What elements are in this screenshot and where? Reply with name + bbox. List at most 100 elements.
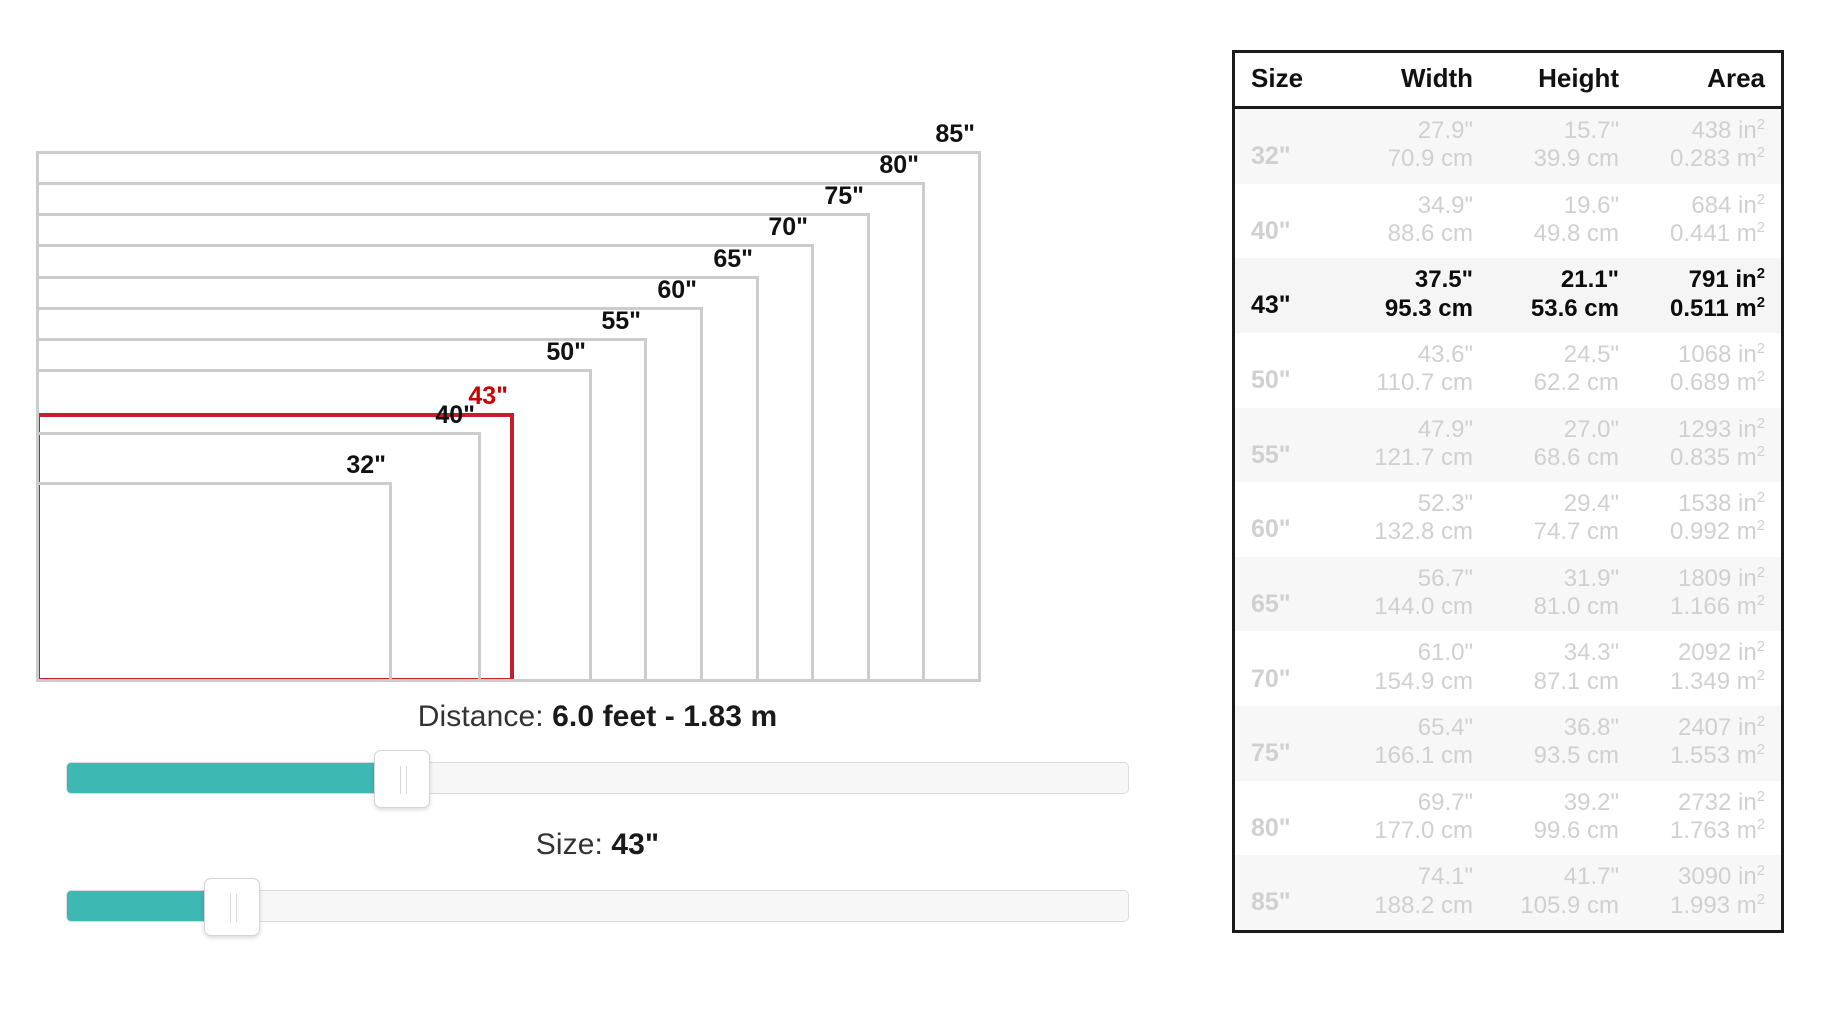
area-exponent: 2	[1756, 816, 1765, 833]
cell-height-inches: 31.9" 81.0 cm	[1489, 556, 1635, 632]
tv-label-70in: 70"	[768, 213, 808, 241]
cell-height-cm: 74.7 cm	[1533, 518, 1619, 546]
cell-height-inches: 21.1" 53.6 cm	[1489, 258, 1635, 333]
table-row[interactable]: 75" 65.4" 166.1 cm 36.8" 93.5 cm 2407 in2 1.55…	[1235, 706, 1781, 781]
cell-area-sqin: 2092 in2	[1677, 639, 1765, 667]
cell-height-cm: 49.8 cm	[1533, 219, 1619, 247]
tv-label-75in: 75"	[824, 182, 864, 210]
cell-width-inches: 37.5"	[1414, 266, 1473, 294]
cell-area-sqin: 1538 in2	[1677, 490, 1765, 518]
size-specs-table-wrapper: Size Width Height Area 32" 27.9" 70.9 cm 15…	[1232, 50, 1784, 933]
area-exponent: 2	[1756, 340, 1765, 357]
cell-width-cm: 121.7 cm	[1374, 443, 1473, 471]
cell-area-sqin: 1809 in2 1.166 m2	[1635, 556, 1781, 632]
distance-slider-block: Distance: 6.0 feet - 1.83 m	[0, 700, 1195, 808]
cell-width-inches: 61.0"	[1417, 639, 1473, 667]
tv-label-85in: 85"	[935, 120, 975, 148]
cell-width-cm: 70.9 cm	[1387, 145, 1473, 173]
table-row[interactable]: 80" 69.7" 177.0 cm 39.2" 99.6 cm 2732 in2 1.76…	[1235, 781, 1781, 856]
area-exponent: 2	[1756, 639, 1765, 656]
area-exponent: 2	[1756, 490, 1765, 507]
cell-height-inches: 34.3"	[1563, 639, 1619, 667]
cell-area-sqin: 1538 in2 0.992 m2	[1635, 482, 1781, 557]
cell-height-cm: 81.0 cm	[1533, 593, 1619, 621]
cell-height-inches: 34.3" 87.1 cm	[1489, 631, 1635, 706]
cell-area-sqm: 1.553 m2	[1670, 742, 1765, 770]
cell-area-sqin: 3090 in2 1.993 m2	[1635, 855, 1781, 930]
cell-height-inches: 29.4" 74.7 cm	[1489, 482, 1635, 557]
cell-area-sqm: 0.689 m2	[1670, 369, 1765, 397]
table-row[interactable]: 65" 56.7" 144.0 cm 31.9" 81.0 cm 1809 in2 1.16…	[1235, 556, 1781, 632]
distance-slider-fill	[67, 763, 396, 793]
cell-width-cm: 154.9 cm	[1374, 667, 1473, 695]
area-exponent: 2	[1756, 266, 1765, 283]
tv-label-32in: 32"	[346, 451, 386, 479]
cell-height-cm: 99.6 cm	[1533, 816, 1619, 844]
size-slider-fill	[67, 891, 227, 921]
cell-area-sqin: 1809 in2	[1677, 564, 1765, 592]
tv-label-60in: 60"	[657, 276, 697, 304]
cell-width-inches: 65.4" 166.1 cm	[1343, 706, 1489, 781]
cell-area-sqin: 1068 in2 0.689 m2	[1635, 333, 1781, 408]
area-exponent: 2	[1756, 369, 1765, 386]
distance-slider-thumb[interactable]	[373, 750, 430, 808]
cell-area-sqm: 0.441 m2	[1670, 219, 1765, 247]
size-slider-thumb[interactable]	[204, 878, 261, 936]
cell-area-sqin: 1068 in2	[1677, 340, 1765, 368]
distance-value: 6.0 feet - 1.83 m	[552, 700, 778, 733]
cell-area-sqin: 2732 in2 1.763 m2	[1635, 781, 1781, 856]
table-row[interactable]: 40" 34.9" 88.6 cm 19.6" 49.8 cm 684 in2 0.441 …	[1235, 184, 1781, 259]
cell-area-sqm: 1.763 m2	[1670, 816, 1765, 844]
distance-slider-track[interactable]	[66, 750, 1129, 808]
area-exponent: 2	[1756, 415, 1765, 432]
table-body: 32" 27.9" 70.9 cm 15.7" 39.9 cm 438 in2 0.283 …	[1235, 107, 1781, 930]
cell-size: 50"	[1251, 366, 1291, 394]
table-row[interactable]: 60" 52.3" 132.8 cm 29.4" 74.7 cm 1538 in2 0.99…	[1235, 482, 1781, 557]
tv-size-calculator-page: 85" 80" 75" 70" 65" 60" 55" 50" 43" 40" 32" Distan…	[0, 0, 1826, 1036]
size-caption: Size: 43"	[0, 828, 1195, 862]
cell-size: 32"	[1235, 107, 1343, 184]
cell-width-inches: 27.9"	[1417, 117, 1473, 144]
table-row[interactable]: 85" 74.1" 188.2 cm 41.7" 105.9 cm 3090 in2 1.9…	[1235, 855, 1781, 930]
table-row[interactable]: 55" 47.9" 121.7 cm 27.0" 68.6 cm 1293 in2 0.83…	[1235, 407, 1781, 483]
area-exponent: 2	[1756, 294, 1765, 311]
cell-height-inches: 41.7"	[1563, 863, 1619, 891]
cell-size: 70"	[1251, 664, 1291, 693]
tv-label-55in: 55"	[601, 307, 641, 335]
cell-width-inches: 34.9" 88.6 cm	[1343, 184, 1489, 259]
table-header-size: Size	[1235, 53, 1343, 109]
cell-width-inches: 47.9"	[1417, 415, 1473, 443]
cell-height-inches: 36.8" 93.5 cm	[1489, 706, 1635, 781]
cell-area-sqm: 0.511 m2	[1669, 294, 1765, 322]
cell-width-inches: 56.7"	[1417, 564, 1473, 592]
cell-width-inches: 37.5" 95.3 cm	[1343, 258, 1489, 333]
cell-height-cm: 87.1 cm	[1533, 667, 1619, 695]
area-exponent: 2	[1756, 219, 1765, 236]
cell-area-sqin: 3090 in2	[1677, 863, 1765, 891]
cell-size: 85"	[1235, 855, 1343, 930]
cell-width-cm: 88.6 cm	[1387, 219, 1473, 247]
table-row[interactable]: 70" 61.0" 154.9 cm 34.3" 87.1 cm 2092 in2 1.34…	[1235, 631, 1781, 706]
cell-width-cm: 188.2 cm	[1374, 891, 1473, 919]
area-exponent: 2	[1756, 742, 1765, 759]
cell-height-cm: 93.5 cm	[1533, 742, 1619, 770]
area-exponent: 2	[1756, 667, 1765, 684]
table-head: Size Width Height Area	[1235, 53, 1781, 109]
area-exponent: 2	[1756, 593, 1765, 610]
cell-area-sqin: 2092 in2 1.349 m2	[1635, 631, 1781, 706]
area-exponent: 2	[1756, 863, 1765, 880]
table-row[interactable]: 32" 27.9" 70.9 cm 15.7" 39.9 cm 438 in2 0.283 …	[1235, 107, 1781, 184]
cell-height-cm: 53.6 cm	[1530, 294, 1619, 322]
size-slider-track[interactable]	[66, 878, 1129, 936]
cell-height-inches: 24.5"	[1563, 340, 1619, 368]
cell-height-inches: 19.6"	[1563, 191, 1619, 219]
cell-size: 55"	[1235, 407, 1343, 483]
area-exponent: 2	[1756, 564, 1765, 581]
cell-width-inches: 43.6" 110.7 cm	[1343, 333, 1489, 408]
cell-height-inches: 31.9"	[1563, 564, 1619, 592]
cell-width-inches: 61.0" 154.9 cm	[1343, 631, 1489, 706]
table-row[interactable]: 43" 37.5" 95.3 cm 21.1" 53.6 cm 791 in2 0.511 …	[1235, 258, 1781, 333]
table-row[interactable]: 50" 43.6" 110.7 cm 24.5" 62.2 cm 1068 in2 0.68…	[1235, 333, 1781, 408]
distance-caption: Distance: 6.0 feet - 1.83 m	[0, 700, 1195, 734]
cell-height-inches: 19.6" 49.8 cm	[1489, 184, 1635, 259]
